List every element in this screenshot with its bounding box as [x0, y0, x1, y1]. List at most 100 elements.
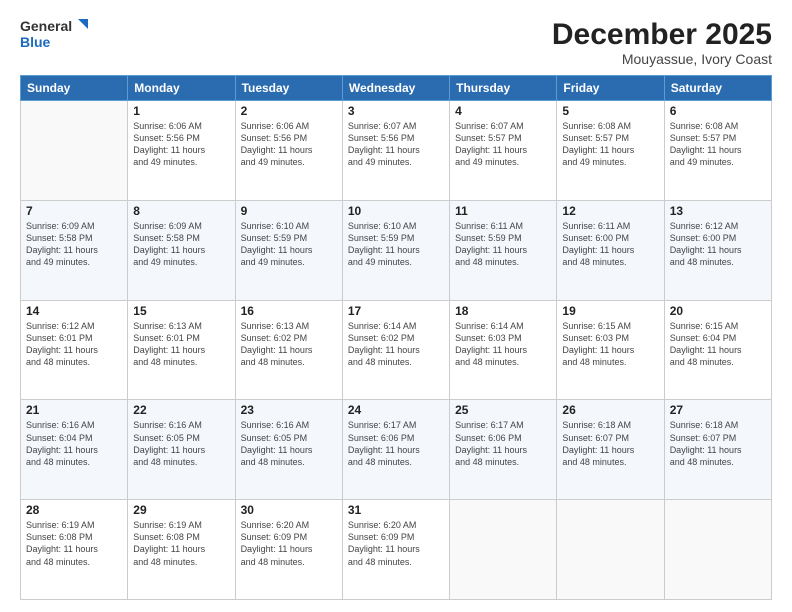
title-block: December 2025 Mouyassue, Ivory Coast	[552, 18, 772, 67]
calendar-week-row: 21 Sunrise: 6:16 AM Sunset: 6:04 PM Dayl…	[21, 400, 772, 500]
col-saturday: Saturday	[664, 76, 771, 101]
table-row: 19 Sunrise: 6:15 AM Sunset: 6:03 PM Dayl…	[557, 300, 664, 400]
day-info: Sunrise: 6:08 AM Sunset: 5:57 PM Dayligh…	[562, 120, 658, 169]
table-row: 1 Sunrise: 6:06 AM Sunset: 5:56 PM Dayli…	[128, 101, 235, 201]
day-number: 19	[562, 304, 658, 318]
table-row: 24 Sunrise: 6:17 AM Sunset: 6:06 PM Dayl…	[342, 400, 449, 500]
day-info: Sunrise: 6:11 AM Sunset: 5:59 PM Dayligh…	[455, 220, 551, 269]
table-row: 5 Sunrise: 6:08 AM Sunset: 5:57 PM Dayli…	[557, 101, 664, 201]
day-number: 5	[562, 104, 658, 118]
table-row: 21 Sunrise: 6:16 AM Sunset: 6:04 PM Dayl…	[21, 400, 128, 500]
day-number: 3	[348, 104, 444, 118]
table-row: 29 Sunrise: 6:19 AM Sunset: 6:08 PM Dayl…	[128, 500, 235, 600]
logo-general-text: General	[20, 18, 72, 34]
col-tuesday: Tuesday	[235, 76, 342, 101]
table-row: 30 Sunrise: 6:20 AM Sunset: 6:09 PM Dayl…	[235, 500, 342, 600]
day-info: Sunrise: 6:15 AM Sunset: 6:04 PM Dayligh…	[670, 320, 766, 369]
table-row: 17 Sunrise: 6:14 AM Sunset: 6:02 PM Dayl…	[342, 300, 449, 400]
day-number: 14	[26, 304, 122, 318]
day-number: 27	[670, 403, 766, 417]
day-info: Sunrise: 6:14 AM Sunset: 6:02 PM Dayligh…	[348, 320, 444, 369]
day-number: 16	[241, 304, 337, 318]
day-info: Sunrise: 6:17 AM Sunset: 6:06 PM Dayligh…	[455, 419, 551, 468]
day-info: Sunrise: 6:19 AM Sunset: 6:08 PM Dayligh…	[26, 519, 122, 568]
day-info: Sunrise: 6:20 AM Sunset: 6:09 PM Dayligh…	[241, 519, 337, 568]
header: General Blue December 2025 Mouyassue, Iv…	[20, 18, 772, 67]
day-number: 18	[455, 304, 551, 318]
table-row	[21, 101, 128, 201]
table-row: 2 Sunrise: 6:06 AM Sunset: 5:56 PM Dayli…	[235, 101, 342, 201]
col-monday: Monday	[128, 76, 235, 101]
day-info: Sunrise: 6:16 AM Sunset: 6:05 PM Dayligh…	[133, 419, 229, 468]
table-row: 23 Sunrise: 6:16 AM Sunset: 6:05 PM Dayl…	[235, 400, 342, 500]
day-number: 1	[133, 104, 229, 118]
day-number: 25	[455, 403, 551, 417]
logo: General Blue	[20, 18, 88, 50]
table-row: 14 Sunrise: 6:12 AM Sunset: 6:01 PM Dayl…	[21, 300, 128, 400]
day-info: Sunrise: 6:10 AM Sunset: 5:59 PM Dayligh…	[241, 220, 337, 269]
table-row: 4 Sunrise: 6:07 AM Sunset: 5:57 PM Dayli…	[450, 101, 557, 201]
table-row: 12 Sunrise: 6:11 AM Sunset: 6:00 PM Dayl…	[557, 200, 664, 300]
day-info: Sunrise: 6:16 AM Sunset: 6:04 PM Dayligh…	[26, 419, 122, 468]
calendar-subtitle: Mouyassue, Ivory Coast	[552, 51, 772, 67]
day-info: Sunrise: 6:16 AM Sunset: 6:05 PM Dayligh…	[241, 419, 337, 468]
day-number: 21	[26, 403, 122, 417]
logo-blue-text: Blue	[20, 34, 50, 50]
day-number: 20	[670, 304, 766, 318]
table-row: 20 Sunrise: 6:15 AM Sunset: 6:04 PM Dayl…	[664, 300, 771, 400]
day-info: Sunrise: 6:11 AM Sunset: 6:00 PM Dayligh…	[562, 220, 658, 269]
table-row: 10 Sunrise: 6:10 AM Sunset: 5:59 PM Dayl…	[342, 200, 449, 300]
table-row: 26 Sunrise: 6:18 AM Sunset: 6:07 PM Dayl…	[557, 400, 664, 500]
day-info: Sunrise: 6:08 AM Sunset: 5:57 PM Dayligh…	[670, 120, 766, 169]
day-info: Sunrise: 6:09 AM Sunset: 5:58 PM Dayligh…	[26, 220, 122, 269]
day-number: 24	[348, 403, 444, 417]
calendar-title: December 2025	[552, 18, 772, 51]
table-row: 6 Sunrise: 6:08 AM Sunset: 5:57 PM Dayli…	[664, 101, 771, 201]
logo-triangle-icon	[74, 19, 88, 33]
table-row: 28 Sunrise: 6:19 AM Sunset: 6:08 PM Dayl…	[21, 500, 128, 600]
calendar-week-row: 7 Sunrise: 6:09 AM Sunset: 5:58 PM Dayli…	[21, 200, 772, 300]
day-info: Sunrise: 6:12 AM Sunset: 6:01 PM Dayligh…	[26, 320, 122, 369]
day-info: Sunrise: 6:09 AM Sunset: 5:58 PM Dayligh…	[133, 220, 229, 269]
day-info: Sunrise: 6:15 AM Sunset: 6:03 PM Dayligh…	[562, 320, 658, 369]
table-row: 16 Sunrise: 6:13 AM Sunset: 6:02 PM Dayl…	[235, 300, 342, 400]
calendar-table: Sunday Monday Tuesday Wednesday Thursday…	[20, 75, 772, 600]
col-friday: Friday	[557, 76, 664, 101]
day-info: Sunrise: 6:17 AM Sunset: 6:06 PM Dayligh…	[348, 419, 444, 468]
logo-wordmark: General Blue	[20, 18, 88, 50]
table-row: 7 Sunrise: 6:09 AM Sunset: 5:58 PM Dayli…	[21, 200, 128, 300]
day-number: 6	[670, 104, 766, 118]
day-info: Sunrise: 6:13 AM Sunset: 6:01 PM Dayligh…	[133, 320, 229, 369]
day-number: 4	[455, 104, 551, 118]
day-info: Sunrise: 6:13 AM Sunset: 6:02 PM Dayligh…	[241, 320, 337, 369]
day-number: 31	[348, 503, 444, 517]
table-row: 3 Sunrise: 6:07 AM Sunset: 5:56 PM Dayli…	[342, 101, 449, 201]
day-number: 22	[133, 403, 229, 417]
calendar-week-row: 14 Sunrise: 6:12 AM Sunset: 6:01 PM Dayl…	[21, 300, 772, 400]
header-row: Sunday Monday Tuesday Wednesday Thursday…	[21, 76, 772, 101]
calendar-week-row: 28 Sunrise: 6:19 AM Sunset: 6:08 PM Dayl…	[21, 500, 772, 600]
day-number: 10	[348, 204, 444, 218]
day-number: 12	[562, 204, 658, 218]
table-row: 8 Sunrise: 6:09 AM Sunset: 5:58 PM Dayli…	[128, 200, 235, 300]
table-row: 22 Sunrise: 6:16 AM Sunset: 6:05 PM Dayl…	[128, 400, 235, 500]
day-number: 8	[133, 204, 229, 218]
table-row: 27 Sunrise: 6:18 AM Sunset: 6:07 PM Dayl…	[664, 400, 771, 500]
day-info: Sunrise: 6:07 AM Sunset: 5:57 PM Dayligh…	[455, 120, 551, 169]
day-number: 2	[241, 104, 337, 118]
day-number: 23	[241, 403, 337, 417]
table-row: 31 Sunrise: 6:20 AM Sunset: 6:09 PM Dayl…	[342, 500, 449, 600]
day-number: 28	[26, 503, 122, 517]
table-row: 18 Sunrise: 6:14 AM Sunset: 6:03 PM Dayl…	[450, 300, 557, 400]
day-info: Sunrise: 6:06 AM Sunset: 5:56 PM Dayligh…	[133, 120, 229, 169]
day-info: Sunrise: 6:18 AM Sunset: 6:07 PM Dayligh…	[562, 419, 658, 468]
day-info: Sunrise: 6:06 AM Sunset: 5:56 PM Dayligh…	[241, 120, 337, 169]
day-number: 26	[562, 403, 658, 417]
table-row: 13 Sunrise: 6:12 AM Sunset: 6:00 PM Dayl…	[664, 200, 771, 300]
table-row: 9 Sunrise: 6:10 AM Sunset: 5:59 PM Dayli…	[235, 200, 342, 300]
col-sunday: Sunday	[21, 76, 128, 101]
day-number: 17	[348, 304, 444, 318]
col-wednesday: Wednesday	[342, 76, 449, 101]
day-info: Sunrise: 6:10 AM Sunset: 5:59 PM Dayligh…	[348, 220, 444, 269]
table-row: 25 Sunrise: 6:17 AM Sunset: 6:06 PM Dayl…	[450, 400, 557, 500]
